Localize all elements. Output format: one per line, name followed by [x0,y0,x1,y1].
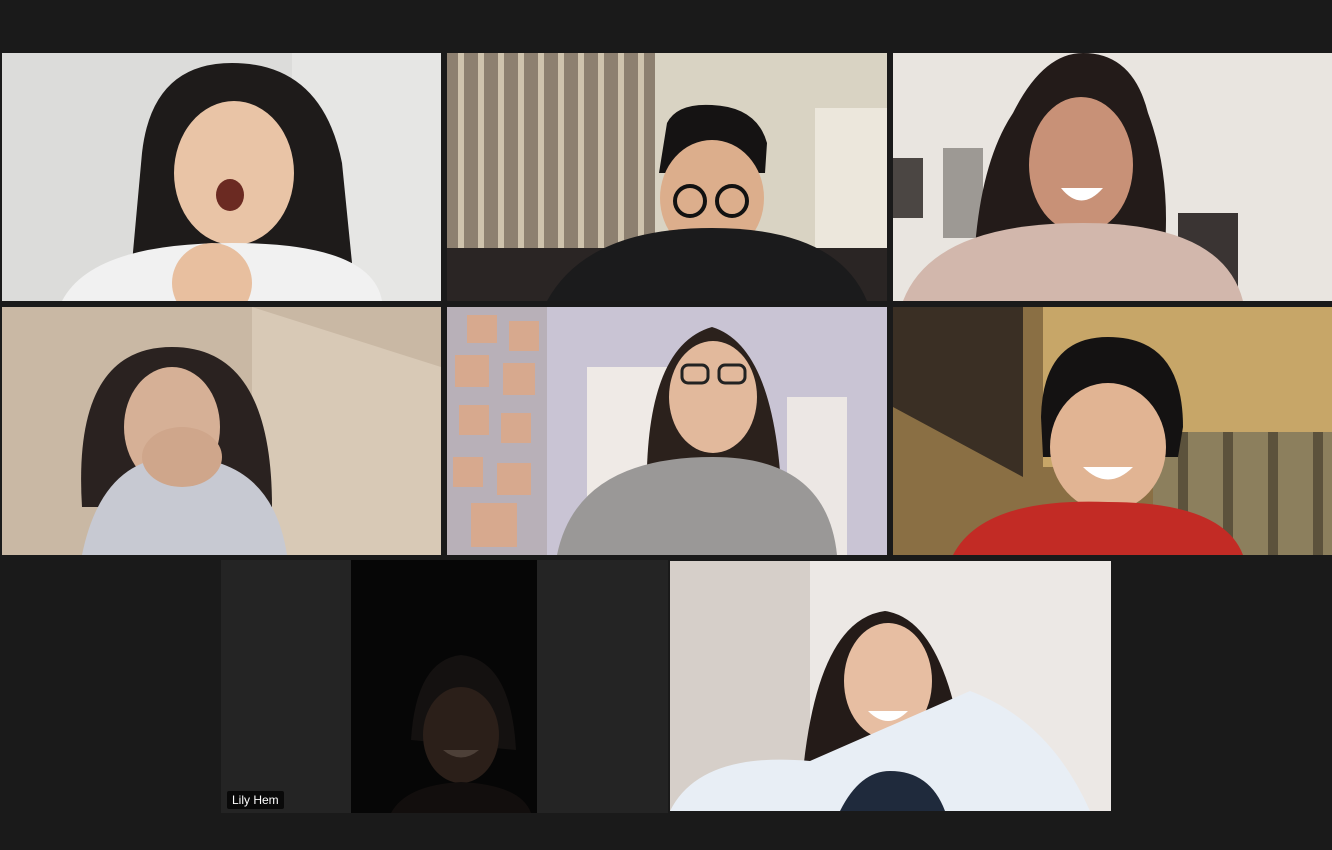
video-tile-7-active-speaker[interactable]: Lily Hem [221,560,668,813]
participant-video-2 [447,53,887,301]
video-tile-1[interactable] [2,53,441,301]
video-tile-5[interactable] [447,307,887,555]
participant-video-4 [2,307,441,555]
participant-video-8 [670,561,1111,811]
participant-video-7 [221,560,668,813]
participant-video-1 [2,53,441,301]
video-tile-6[interactable] [893,307,1332,555]
video-tile-2[interactable] [447,53,887,301]
video-tile-3[interactable] [893,53,1332,301]
video-tile-8[interactable] [670,561,1111,811]
participant-video-3 [893,53,1332,301]
video-tile-4[interactable] [2,307,441,555]
participant-video-5 [447,307,887,555]
participant-video-6 [893,307,1332,555]
participant-name-tag: Lily Hem [227,791,284,809]
